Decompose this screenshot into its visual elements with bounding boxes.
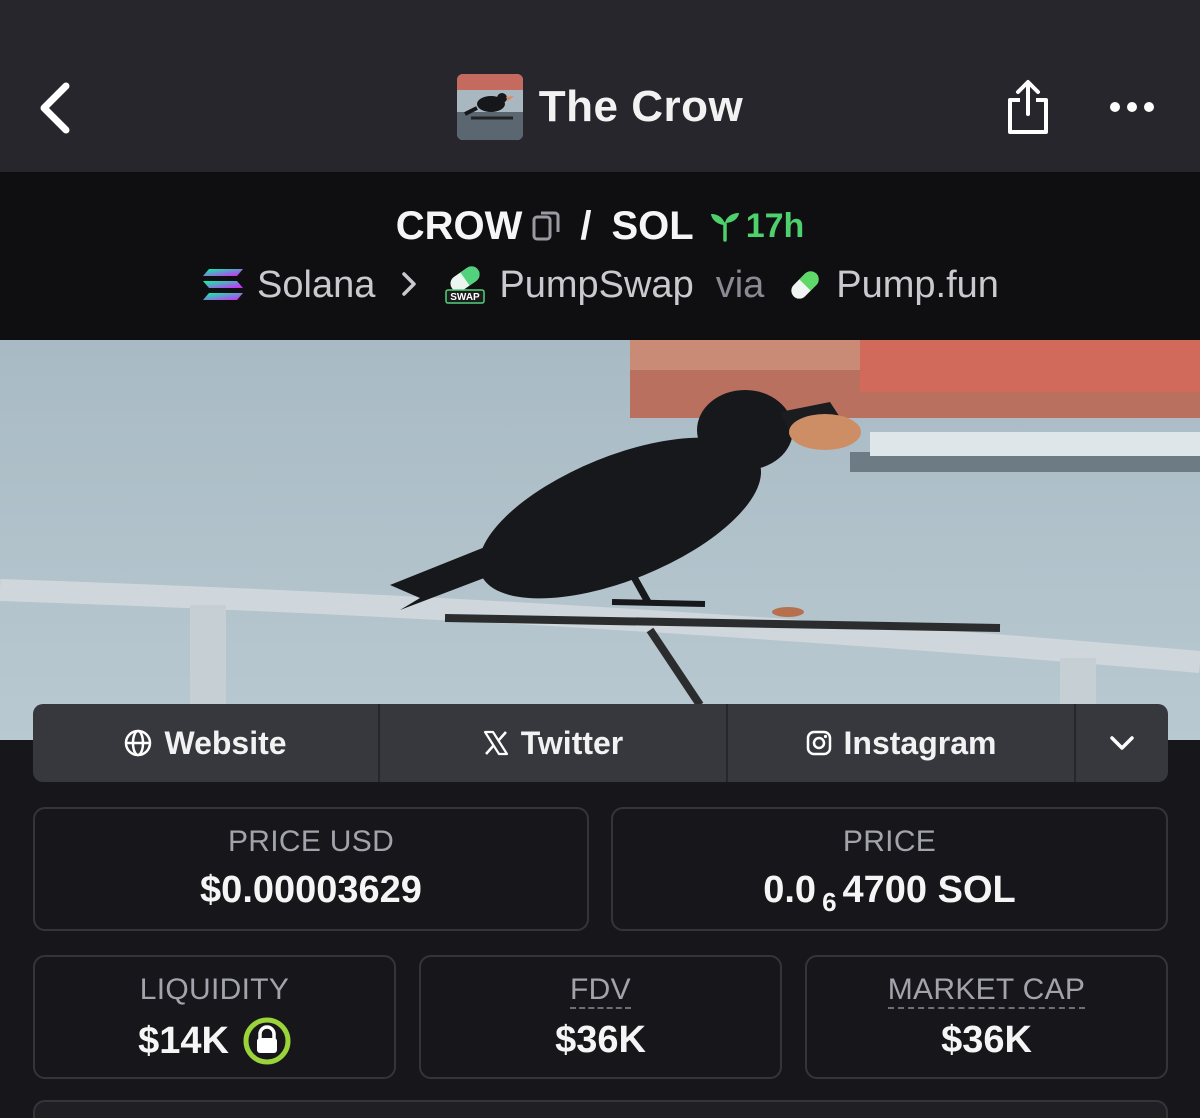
more-dots-icon xyxy=(1110,102,1154,112)
globe-icon xyxy=(125,729,152,757)
fdv-value: $36K xyxy=(555,1019,646,1061)
price-native-zero-count: 6 xyxy=(822,887,837,917)
twitter-link[interactable]: Twitter xyxy=(380,704,728,782)
chevron-down-icon xyxy=(1110,736,1134,750)
price-usd-value: $0.00003629 xyxy=(200,869,422,911)
pair-separator: / xyxy=(580,203,592,248)
social-links-bar: Website Twitter Instagram xyxy=(33,704,1168,782)
market-cap-card: MARKET CAP $36K xyxy=(805,955,1168,1079)
next-section-edge xyxy=(33,1100,1168,1118)
price-usd-card: PRICE USD $0.00003629 xyxy=(33,807,589,931)
pumpswap-logo-icon: SWAP xyxy=(445,266,486,304)
website-link[interactable]: Website xyxy=(33,704,380,782)
market-cap-label[interactable]: MARKET CAP xyxy=(887,973,1086,1009)
pair-age: 17h xyxy=(708,206,805,246)
website-label: Website xyxy=(164,724,287,761)
market-cap-value: $36K xyxy=(941,1019,1032,1061)
pair-row: CROW / SOL 17h xyxy=(0,200,1200,252)
lock-icon[interactable] xyxy=(243,1017,291,1065)
token-banner-image xyxy=(0,340,1200,740)
liquidity-card: LIQUIDITY $14K xyxy=(33,955,396,1079)
price-native-card: PRICE 0.0 6 4700 SOL xyxy=(611,807,1168,931)
instagram-icon xyxy=(806,730,831,756)
instagram-label: Instagram xyxy=(843,724,997,761)
expand-socials-button[interactable] xyxy=(1076,704,1168,782)
token-avatar xyxy=(456,74,523,140)
fdv-card: FDV $36K xyxy=(419,955,782,1079)
pair-header: CROW / SOL 17h Solana SWAP PumpSwap via … xyxy=(0,172,1200,340)
fdv-label[interactable]: FDV xyxy=(570,973,631,1009)
liquidity-value: $14K xyxy=(138,1019,229,1062)
solana-logo-icon xyxy=(203,269,244,300)
top-nav-bar: The Crow xyxy=(0,0,1200,172)
route-row: Solana SWAP PumpSwap via Pump.fun xyxy=(0,260,1200,310)
twitter-label: Twitter xyxy=(520,724,624,761)
pair-age-text: 17h xyxy=(745,206,805,245)
x-logo-icon xyxy=(483,730,508,756)
via-label: via xyxy=(715,263,765,306)
price-native-label: PRICE xyxy=(842,825,937,858)
more-options-button[interactable] xyxy=(1100,86,1164,128)
pumpfun-pill-icon xyxy=(791,271,819,299)
share-icon xyxy=(1008,80,1048,134)
price-native-suffix: 4700 SOL xyxy=(842,869,1016,911)
dex-link[interactable]: PumpSwap xyxy=(499,264,693,307)
price-native-prefix: 0.0 xyxy=(763,869,817,911)
price-usd-label: PRICE USD xyxy=(227,825,395,858)
sprout-icon xyxy=(710,213,739,242)
instagram-link[interactable]: Instagram xyxy=(728,704,1076,782)
chain-link[interactable]: Solana xyxy=(257,264,375,307)
page-title: The Crow xyxy=(538,82,744,131)
liquidity-value-row: $14K xyxy=(138,1017,291,1065)
base-token-symbol: CROW xyxy=(395,203,523,248)
launchpad-link[interactable]: Pump.fun xyxy=(836,264,999,307)
copy-icon[interactable] xyxy=(532,210,560,242)
price-native-value: 0.0 6 4700 SOL xyxy=(763,869,1016,917)
svg-text:SWAP: SWAP xyxy=(451,292,481,303)
share-button[interactable] xyxy=(1000,76,1056,138)
quote-token-symbol: SOL xyxy=(611,203,694,248)
liquidity-label: LIQUIDITY xyxy=(139,973,290,1006)
chevron-right-icon xyxy=(401,264,417,306)
